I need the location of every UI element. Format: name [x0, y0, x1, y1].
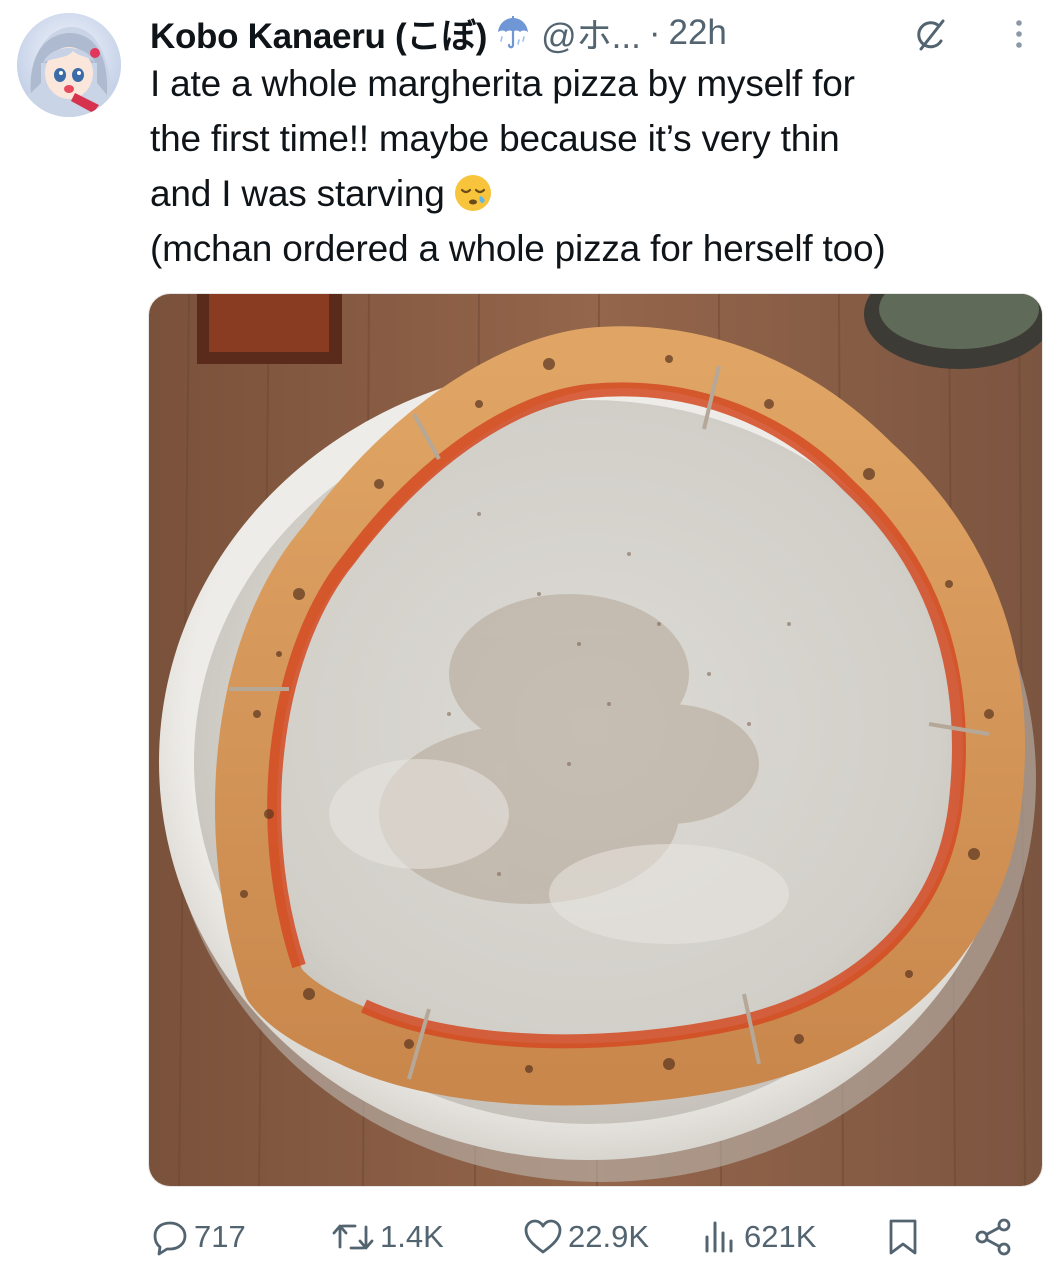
tweet-text: I ate a whole margherita pizza by myself… [150, 56, 1050, 276]
bookmark-button[interactable] [885, 1212, 921, 1262]
like-count: 22.9K [568, 1219, 650, 1254]
tweet-line-1: I ate a whole margherita pizza by myself… [150, 63, 855, 104]
share-button[interactable] [972, 1212, 1014, 1262]
reply-icon [153, 1221, 187, 1256]
timestamp[interactable]: 22h [668, 13, 726, 53]
views-icon [705, 1221, 733, 1253]
retweet-button[interactable]: 1.4K [330, 1212, 444, 1262]
like-button[interactable]: 22.9K [522, 1212, 649, 1262]
views-button[interactable]: 621K [700, 1212, 816, 1262]
more-icon[interactable] [1009, 14, 1029, 54]
separator-dot: · [648, 13, 661, 52]
sleepy-face-emoji-icon [453, 173, 493, 213]
tweet-line-3-wrap: and I was starving [150, 166, 1050, 221]
pizza-crust-photo-icon [149, 294, 1042, 1186]
action-bar: 717 1.4K 22.9K 621K [150, 1212, 1030, 1262]
tweet-line-2: the first time!! maybe because it’s very… [150, 118, 840, 159]
avatar[interactable] [17, 13, 121, 117]
display-name[interactable]: Kobo Kanaeru (こぼ) [150, 8, 487, 59]
grok-icon[interactable] [912, 17, 948, 53]
reply-count: 717 [194, 1219, 246, 1254]
reply-button[interactable]: 717 [150, 1212, 246, 1262]
share-icon [975, 1218, 1011, 1256]
views-count: 621K [744, 1219, 817, 1254]
tweet-line-4: (mchan ordered a whole pizza for herself… [150, 228, 886, 269]
retweet-icon [332, 1224, 374, 1250]
bookmark-icon [889, 1219, 917, 1255]
heart-icon [524, 1219, 562, 1254]
retweet-count: 1.4K [380, 1219, 444, 1254]
umbrella-icon [495, 15, 531, 51]
anime-avatar-icon [17, 13, 121, 117]
tweet-media[interactable] [148, 293, 1043, 1187]
tweet-line-3: and I was starving [150, 173, 445, 214]
handle[interactable]: @ホ... [541, 8, 641, 59]
